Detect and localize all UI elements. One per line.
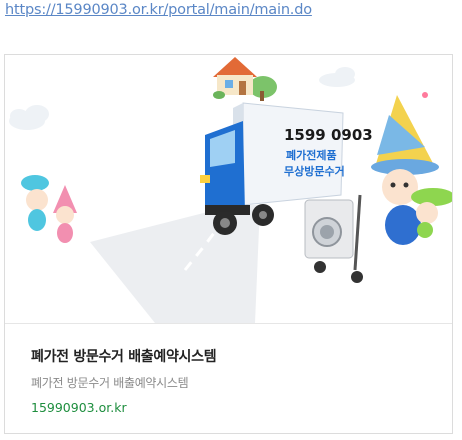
mascot-pink-left bbox=[53, 185, 77, 243]
house-illustration bbox=[213, 57, 277, 101]
link-preview-card[interactable]: 1599 0903 폐가전제품 무상방문수거 폐가전 방문수거 배출예약시스템 … bbox=[4, 54, 453, 434]
preview-image: 1599 0903 폐가전제품 무상방문수거 bbox=[5, 55, 452, 323]
card-domain[interactable]: 15990903.or.kr bbox=[31, 400, 127, 415]
mascot-blue-left bbox=[21, 175, 49, 231]
card-divider bbox=[5, 323, 452, 324]
truck-line2: 무상방문수거 bbox=[284, 164, 345, 178]
card-title[interactable]: 폐가전 방문수거 배출예약시스템 bbox=[31, 346, 217, 366]
truck-phone: 1599 0903 bbox=[284, 126, 373, 144]
card-description: 폐가전 방문수거 배출예약시스템 bbox=[31, 376, 189, 390]
mascot-green-right bbox=[411, 188, 452, 238]
cloud-top bbox=[319, 67, 355, 87]
truck-line1: 폐가전제품 bbox=[286, 148, 337, 162]
url-link[interactable]: https://15990903.or.kr/portal/main/main.… bbox=[5, 2, 312, 18]
washing-machine-illustration bbox=[304, 194, 363, 283]
cloud-left bbox=[9, 105, 49, 130]
